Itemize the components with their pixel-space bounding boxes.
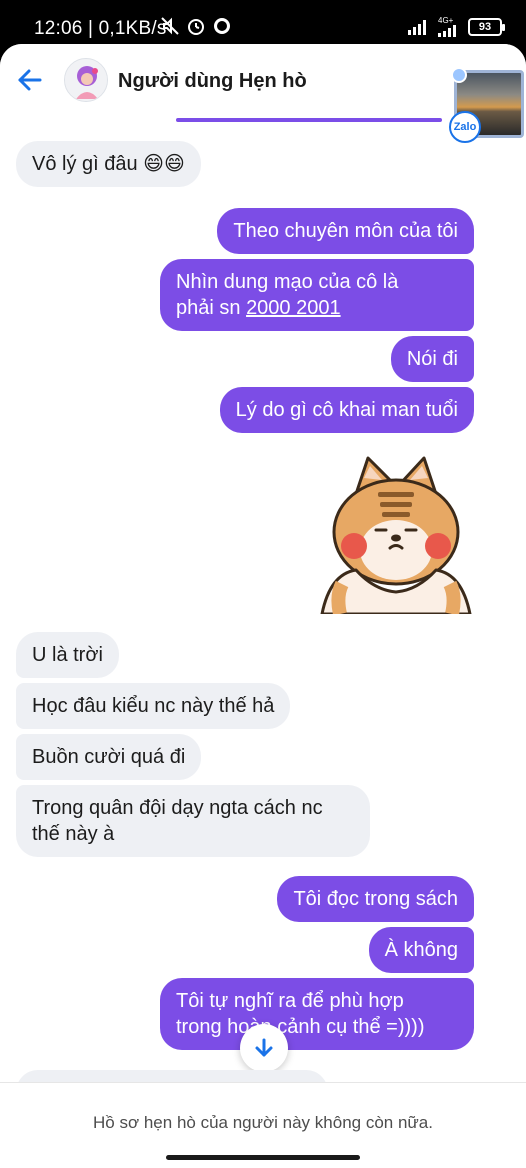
message-bubble-incoming[interactable]: Học đâu kiểu nc này thế hả [16, 683, 291, 729]
battery-icon: 93 [468, 18, 505, 36]
chat-screen: Người dùng Hẹn hò Zalo Vô lý gì đâu 😄😄 T… [0, 44, 526, 1168]
message-bubble-outgoing[interactable]: À không [368, 927, 474, 973]
status-time-speed: 12:06 | 0,1KB/s [34, 18, 167, 39]
arrow-down-icon [255, 1038, 273, 1057]
message-bubble-outgoing[interactable]: Theo chuyên môn của tôi [217, 208, 474, 254]
signal-icon-2 [438, 25, 456, 37]
message-text: phải sn [176, 297, 247, 319]
signal-icon [408, 20, 426, 35]
message-line: trong hoàn cảnh cụ thể =)))) [176, 1016, 425, 1038]
thumbnail-indicator [451, 67, 467, 83]
avatar[interactable] [64, 58, 108, 102]
floating-chat-thumbnail[interactable]: Zalo [449, 67, 524, 143]
scroll-to-bottom-button[interactable] [240, 1024, 288, 1072]
profile-unavailable-notice: Hồ sơ hẹn hò của người này không còn nữa… [93, 1113, 433, 1132]
zalo-notification-icon [214, 18, 230, 34]
message-bubble-outgoing[interactable]: Tôi tự nghĩ ra để phù hợp trong hoàn cản… [160, 978, 474, 1050]
page-title: Người dùng Hẹn hò [118, 70, 307, 92]
dating-avatar-icon [65, 59, 107, 101]
message-bubble-outgoing[interactable]: Nói đi [390, 336, 474, 382]
message-line: Trong quân đội dạy ngta cách nc [32, 797, 323, 819]
message-bubble-incoming[interactable]: U là trời [16, 632, 119, 678]
message-line: Tôi tự nghĩ ra để phù hợp [176, 990, 404, 1012]
home-indicator[interactable] [166, 1155, 360, 1160]
message-line: Nhìn dung mạo của cô là [176, 271, 399, 293]
message-bubble-outgoing[interactable]: Lý do gì cô khai man tuổi [219, 387, 474, 433]
message-line: thế này à [32, 823, 115, 845]
alarm-icon [188, 19, 204, 35]
message-bubble-outgoing[interactable]: Nhìn dung mạo của cô là phải sn 2000 200… [160, 259, 474, 331]
back-arrow-icon[interactable] [14, 64, 46, 96]
date-link[interactable]: 2000 2001 [246, 297, 341, 319]
message-bubble-incoming[interactable]: Trong quân đội dạy ngta cách nc thế này … [16, 785, 370, 857]
network-type: 4G+ [438, 16, 454, 25]
message-line: phải sn 2000 2001 [176, 295, 458, 321]
status-right-icons: 4G+ 93 [408, 16, 505, 37]
message-bubble-outgoing[interactable]: Tôi đọc trong sách [277, 876, 474, 922]
message-bubble-incoming[interactable]: Buồn cười quá đi [16, 734, 202, 780]
chat-header: Người dùng Hẹn hò Zalo [0, 44, 526, 143]
zalo-badge: Zalo [449, 111, 481, 143]
previous-message-edge [176, 118, 442, 122]
shiba-dog-sticker-icon[interactable] [316, 454, 476, 614]
mute-icon [161, 17, 179, 35]
message-bubble-incoming[interactable]: Vô lý gì đâu 😄😄 [16, 141, 201, 187]
status-left-icons [160, 16, 232, 36]
